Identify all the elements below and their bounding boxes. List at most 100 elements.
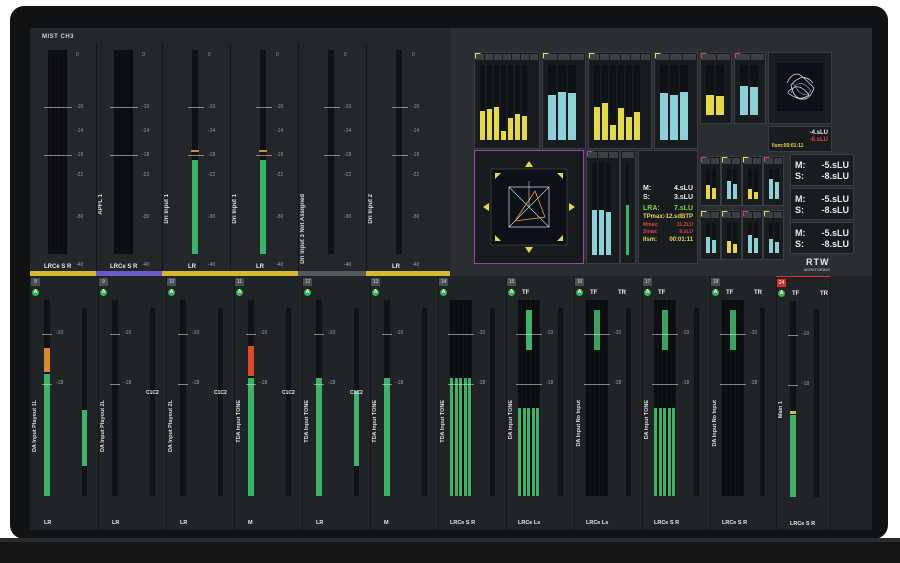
meter-bar	[769, 239, 773, 253]
tick-label: -18	[260, 380, 268, 386]
gridline	[584, 334, 610, 335]
meter-header-cell	[630, 54, 640, 60]
gridline	[788, 385, 798, 386]
meter-track-segment	[114, 50, 117, 254]
meter-bar	[592, 210, 597, 255]
meter-header-cell	[557, 54, 571, 60]
channel-strip[interactable]: 16 A TF TR -10 -18 DA Input No Input LRCe Ls	[574, 276, 643, 530]
channel-strip[interactable]: 11 A -10 -18 C1C2 TDA Input TONE M	[234, 276, 303, 530]
surround-display[interactable]	[474, 150, 584, 264]
gridline	[584, 384, 610, 385]
mini-readout-3: M: -5.sLU S: -8.sLU	[790, 222, 854, 254]
mmax-value: 11.2LU	[676, 222, 693, 228]
gain-indicator-icon[interactable]: A	[32, 289, 39, 296]
channel-number: 14	[439, 278, 448, 286]
gain-indicator-icon[interactable]: A	[576, 289, 583, 296]
gain-indicator-icon[interactable]: A	[440, 289, 447, 296]
tick-label: -10	[192, 330, 200, 336]
small-meter-box[interactable]	[700, 210, 721, 260]
vectorscope-box[interactable]	[768, 52, 832, 124]
channel-strip[interactable]: 24 A TF TR -10 -18 Main 1 LRCe S R	[776, 276, 831, 530]
small-meter-box[interactable]	[742, 210, 763, 260]
top-strip[interactable]: 0 -10 -14 -18 -22 -30 -40 Dri Input 2 LR	[366, 44, 451, 276]
meter-bar	[599, 210, 604, 255]
meter-bar	[750, 87, 758, 115]
tick-label: -18	[276, 152, 284, 158]
vectorscope-icon	[777, 63, 823, 111]
channel-strip[interactable]: 9 A -10 -18 C1C2 DA Input Playout 2L LR	[98, 276, 167, 530]
loudness-panel: -4.sLU -6.sLU Ilsm:00:01:11 M: 4.sLU S: …	[450, 28, 872, 276]
meter-fill	[463, 378, 467, 496]
meter-bar	[670, 95, 678, 140]
channel-strip[interactable]: 15 A TF -10 -18 DA Input TONE LRCe Ls	[506, 276, 575, 530]
top-strip[interactable]: 0 -10 -14 -18 -22 -30 -40 Dri Input 1 LR	[230, 44, 299, 276]
gridline	[448, 384, 474, 385]
gain-indicator-icon[interactable]: A	[236, 289, 243, 296]
strip-bottom-label: LR	[188, 264, 196, 270]
meter-box-2[interactable]	[542, 52, 586, 149]
gain-indicator-icon[interactable]: A	[168, 289, 175, 296]
top-strip[interactable]: 0 -10 -14 -18 -22 -30 -40 LRCe S R	[30, 44, 97, 276]
small-meter-box[interactable]	[763, 156, 784, 206]
strip-bottom-label: LR	[256, 264, 264, 270]
channel-number: 15	[507, 278, 516, 286]
gain-indicator-icon[interactable]: A	[644, 289, 651, 296]
gain-indicator-icon[interactable]: A	[508, 289, 515, 296]
meter-header	[743, 211, 762, 219]
gain-indicator-icon[interactable]: A	[372, 289, 379, 296]
channel-strip[interactable]: 13 A -10 -18 TDA Input TONE M	[370, 276, 439, 530]
tf-label: TF	[792, 291, 800, 297]
gain-indicator-icon[interactable]: A	[778, 290, 785, 297]
tp-value: -12.sdBTP	[663, 214, 693, 220]
channel-bottom-label: M	[248, 520, 253, 526]
top-strip[interactable]: 0 -10 -14 -18 -22 -30 -40 Dri Input 1 LR	[162, 44, 231, 276]
meter-header-cell	[702, 212, 710, 218]
channel-strip[interactable]: 12 A -10 -18 C1C2 TDA Input TONE LR	[302, 276, 371, 530]
small-meter-box[interactable]	[721, 210, 742, 260]
meter-box-3[interactable]	[588, 52, 652, 149]
top-strip[interactable]: 0 -10 -14 -18 -22 -30 -40 APFL 1 LRCe S R	[96, 44, 163, 276]
meter-header-cell	[711, 212, 719, 218]
meter-header	[764, 211, 783, 219]
tick-label: 0	[412, 52, 415, 58]
strip-side-label: Dri Input 1	[232, 194, 238, 224]
gain-indicator-icon[interactable]: A	[304, 289, 311, 296]
meter-header-cell	[736, 54, 750, 60]
meter-bar	[775, 182, 779, 199]
channel-strip[interactable]: 8 A -10 -18 DA Input Playout 1L LR	[30, 276, 99, 530]
tf-label: TF	[590, 290, 598, 296]
gridline	[246, 334, 256, 335]
meter-box-4[interactable]	[654, 52, 698, 149]
meter-bar	[494, 107, 499, 140]
meter-fill	[44, 374, 50, 496]
gain-indicator-icon[interactable]: A	[100, 289, 107, 296]
meter-box-1[interactable]	[474, 52, 540, 149]
channel-bottom-label: LR	[112, 520, 120, 526]
mini-s-label: S:	[795, 171, 804, 181]
screen: MIST CH3 0 -10 -14 -18 -22 -30 -40 LRCe S R 0 -10…	[30, 28, 872, 530]
channel-strip[interactable]: 10 A -10 -18 C1C2 DA Input Playout 2L LR	[166, 276, 235, 530]
center-meter-box[interactable]	[586, 150, 620, 264]
meter-header-cell	[774, 158, 782, 164]
meter-box-6[interactable]	[734, 52, 766, 124]
small-meter-box[interactable]	[763, 210, 784, 260]
channel-bottom-label: LR	[316, 520, 324, 526]
peak-marker	[259, 150, 267, 152]
channel-strip[interactable]: 14 A -10 -18 TDA Input TONE LRCe S R	[438, 276, 507, 530]
tick-label: -22	[142, 172, 150, 178]
small-meter-box[interactable]	[700, 156, 721, 206]
channel-strip[interactable]: 17 A TF -10 -18 DA Input TONE LRCe S R	[642, 276, 711, 530]
channel-strip[interactable]: 18 A TF TR -10 -18 DA Input No Input LRCe S R	[710, 276, 777, 530]
meter-track-segment	[740, 300, 743, 496]
gain-indicator-icon[interactable]: A	[712, 289, 719, 296]
gridline	[382, 334, 392, 335]
meter-bar	[501, 131, 506, 140]
top-strip[interactable]: 0 -10 -14 -18 -22 -30 -40 Dri Input 3 Not Assig…	[298, 44, 367, 276]
meter-fill	[192, 160, 198, 254]
meter-track-2	[558, 308, 563, 496]
meter-box-5[interactable]	[700, 52, 732, 124]
small-meter-box[interactable]	[721, 156, 742, 206]
loudness-bar-box[interactable]	[620, 150, 636, 264]
meter-fill	[468, 378, 471, 496]
small-meter-box[interactable]	[742, 156, 763, 206]
